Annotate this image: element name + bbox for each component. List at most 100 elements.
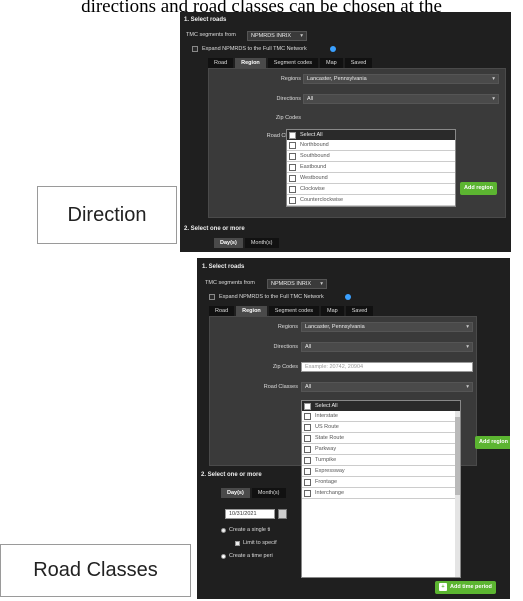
date-input[interactable]: 10/31/2021 bbox=[225, 509, 275, 519]
single-period-radio[interactable] bbox=[221, 528, 226, 533]
add-region-button[interactable]: Add region bbox=[460, 182, 498, 195]
add-time-period-button[interactable]: + Add time period bbox=[435, 581, 496, 594]
option-label: Westbound bbox=[300, 175, 328, 181]
regions-value: Lancaster, Pennsylvania bbox=[305, 324, 365, 330]
time-period-radio[interactable] bbox=[221, 554, 226, 559]
tmc-select[interactable]: NPMRDS INRIX ▾ bbox=[267, 279, 327, 289]
select-all-checkbox[interactable] bbox=[304, 402, 311, 410]
option-checkbox[interactable] bbox=[304, 445, 311, 453]
tab-road[interactable]: Road bbox=[208, 58, 234, 68]
option-checkbox[interactable] bbox=[289, 152, 296, 160]
option-label: Interstate bbox=[315, 413, 338, 419]
option-label: Southbound bbox=[300, 153, 330, 159]
road-classes-label: Road Classes bbox=[263, 384, 298, 390]
selection-tabs: Road Region Segment codes Map Saved bbox=[209, 306, 374, 316]
option-label: Clockwise bbox=[300, 186, 325, 192]
direction-label: Direction bbox=[37, 186, 177, 244]
select-all-option[interactable]: Select All bbox=[287, 130, 455, 140]
date-tabs: Day(s) Month(s) bbox=[221, 488, 286, 498]
option-checkbox[interactable] bbox=[289, 163, 296, 171]
option-checkbox[interactable] bbox=[304, 489, 311, 497]
tab-saved[interactable]: Saved bbox=[344, 58, 373, 68]
direction-option[interactable]: Southbound bbox=[287, 151, 455, 162]
tab-saved[interactable]: Saved bbox=[345, 306, 374, 316]
road-class-option[interactable]: Expressway bbox=[302, 466, 460, 477]
add-region-button[interactable]: Add region bbox=[475, 436, 510, 449]
direction-option[interactable]: Counterclockwise bbox=[287, 195, 455, 206]
direction-option[interactable]: Westbound bbox=[287, 173, 455, 184]
tmc-select[interactable]: NPMRDS INRIX ▾ bbox=[247, 31, 307, 41]
directions-select[interactable]: All ▾ bbox=[303, 94, 499, 104]
zip-label: Zip Codes bbox=[272, 364, 298, 370]
option-checkbox[interactable] bbox=[304, 434, 311, 442]
section2-title: 2. Select one or more bbox=[201, 472, 262, 478]
tab-days[interactable]: Day(s) bbox=[214, 238, 243, 248]
road-class-option[interactable]: Interstate bbox=[302, 411, 460, 422]
road-classes-dropdown: Select All Interstate US Route State Rou… bbox=[301, 400, 461, 578]
regions-select[interactable]: Lancaster, Pennsylvania ▾ bbox=[301, 322, 473, 332]
add-time-period-label: Add time period bbox=[450, 584, 492, 590]
road-class-option[interactable]: Turnpike bbox=[302, 455, 460, 466]
road-classes-screenshot-panel: 1. Select roads TMC segments from NPMRDS… bbox=[197, 258, 510, 599]
select-all-option[interactable]: Select All bbox=[302, 401, 460, 411]
road-class-option[interactable]: State Route bbox=[302, 433, 460, 444]
road-class-option[interactable]: US Route bbox=[302, 422, 460, 433]
calendar-icon[interactable] bbox=[278, 509, 287, 519]
chevron-down-icon: ▾ bbox=[466, 344, 469, 350]
tab-segment-codes[interactable]: Segment codes bbox=[267, 58, 319, 68]
option-checkbox[interactable] bbox=[289, 185, 296, 193]
regions-label: Regions bbox=[277, 324, 298, 330]
tab-months[interactable]: Month(s) bbox=[251, 488, 286, 498]
option-checkbox[interactable] bbox=[304, 423, 311, 431]
tab-days[interactable]: Day(s) bbox=[221, 488, 250, 498]
tab-months[interactable]: Month(s) bbox=[244, 238, 279, 248]
dropdown-scrollbar[interactable] bbox=[455, 411, 460, 577]
chevron-down-icon: ▾ bbox=[466, 384, 469, 390]
info-icon[interactable] bbox=[345, 294, 351, 300]
option-checkbox[interactable] bbox=[289, 174, 296, 182]
scroll-thumb[interactable] bbox=[455, 417, 460, 495]
info-icon[interactable] bbox=[330, 46, 336, 52]
option-checkbox[interactable] bbox=[304, 478, 311, 486]
option-label: State Route bbox=[315, 435, 345, 441]
directions-select[interactable]: All ▾ bbox=[301, 342, 473, 352]
direction-option[interactable]: Eastbound bbox=[287, 162, 455, 173]
road-classes-select[interactable]: All ▾ bbox=[301, 382, 473, 392]
option-checkbox[interactable] bbox=[289, 141, 296, 149]
selection-tabs: Road Region Segment codes Map Saved bbox=[208, 58, 373, 68]
tab-road[interactable]: Road bbox=[209, 306, 235, 316]
section-title: 1. Select roads bbox=[202, 264, 245, 270]
tab-region[interactable]: Region bbox=[235, 58, 266, 68]
road-class-option[interactable]: Parkway bbox=[302, 444, 460, 455]
option-label: Eastbound bbox=[300, 164, 327, 170]
road-class-option[interactable]: Interchange bbox=[302, 488, 460, 499]
expand-checkbox[interactable] bbox=[192, 46, 198, 52]
select-all-checkbox[interactable] bbox=[289, 131, 296, 139]
expand-checkbox[interactable] bbox=[209, 294, 215, 300]
option-label: Northbound bbox=[300, 142, 329, 148]
tab-map[interactable]: Map bbox=[321, 306, 344, 316]
tab-segment-codes[interactable]: Segment codes bbox=[268, 306, 320, 316]
chevron-down-icon: ▾ bbox=[492, 76, 495, 82]
road-classes-value: All bbox=[305, 384, 312, 390]
tab-region[interactable]: Region bbox=[236, 306, 267, 316]
plus-icon: + bbox=[439, 583, 447, 591]
option-checkbox[interactable] bbox=[304, 456, 311, 464]
zip-input[interactable]: Example: 20742, 20904 bbox=[301, 362, 473, 372]
single-period-label: Create a single ti bbox=[229, 527, 271, 533]
direction-option[interactable]: Clockwise bbox=[287, 184, 455, 195]
direction-option[interactable]: Northbound bbox=[287, 140, 455, 151]
road-classes-label: Road Classes bbox=[0, 544, 191, 597]
option-checkbox[interactable] bbox=[304, 467, 311, 475]
regions-select[interactable]: Lancaster, Pennsylvania ▾ bbox=[303, 74, 499, 84]
section-title: 1. Select roads bbox=[184, 17, 227, 23]
directions-label: Directions bbox=[273, 344, 298, 350]
limit-checkbox[interactable] bbox=[235, 541, 240, 546]
chevron-down-icon: ▾ bbox=[492, 96, 495, 102]
road-class-option[interactable]: Frontage bbox=[302, 477, 460, 488]
option-checkbox[interactable] bbox=[289, 196, 296, 204]
tmc-label: TMC segments from bbox=[186, 32, 236, 38]
direction-screenshot-panel: 1. Select roads TMC segments from NPMRDS… bbox=[180, 12, 511, 252]
option-checkbox[interactable] bbox=[304, 412, 311, 420]
tab-map[interactable]: Map bbox=[320, 58, 343, 68]
